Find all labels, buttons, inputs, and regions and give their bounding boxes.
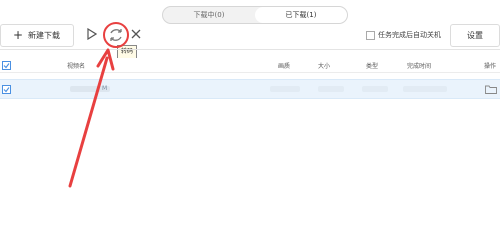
close-icon[interactable] <box>131 29 141 39</box>
blurred-finish-time <box>403 86 447 92</box>
blurred-quality <box>270 86 300 92</box>
column-header-size[interactable]: 大小 <box>318 61 330 70</box>
blurred-size <box>318 86 344 92</box>
tooltip: 转码 <box>117 45 138 59</box>
column-header-quality[interactable]: 画质 <box>278 61 290 70</box>
column-header-type[interactable]: 类型 <box>366 61 378 70</box>
new-download-label: 新建下载 <box>28 31 60 40</box>
play-icon[interactable] <box>87 28 97 40</box>
row-checkbox[interactable] <box>2 85 11 94</box>
blurred-type <box>362 86 388 92</box>
tab-downloaded[interactable]: 已下载(1) <box>255 7 347 23</box>
toolbar-divider <box>0 49 500 50</box>
select-all-checkbox[interactable] <box>2 61 11 70</box>
table-header: 视频名 画质 大小 类型 完成时间 操作 <box>0 58 500 73</box>
download-tabs: 下载中(0) 已下载(1) <box>162 6 348 24</box>
tab-downloading[interactable]: 下载中(0) <box>163 7 255 23</box>
column-header-finish-time[interactable]: 完成时间 <box>407 61 431 70</box>
check-icon <box>3 87 10 93</box>
auto-shutdown-checkbox[interactable] <box>366 31 375 40</box>
convert-icon[interactable] <box>106 25 126 45</box>
new-download-button[interactable]: + 新建下载 <box>0 24 74 47</box>
settings-button[interactable]: 设置 <box>450 24 500 47</box>
auto-shutdown-label: 任务完成后自动关机 <box>378 31 441 39</box>
column-header-action: 操作 <box>484 63 497 70</box>
column-header-name[interactable]: 视频名 <box>67 61 85 70</box>
filename-suffix: M <box>102 85 108 92</box>
check-icon <box>3 63 10 69</box>
folder-icon[interactable] <box>485 85 497 94</box>
plus-icon: + <box>13 28 24 42</box>
table-row[interactable]: M <box>0 79 500 99</box>
